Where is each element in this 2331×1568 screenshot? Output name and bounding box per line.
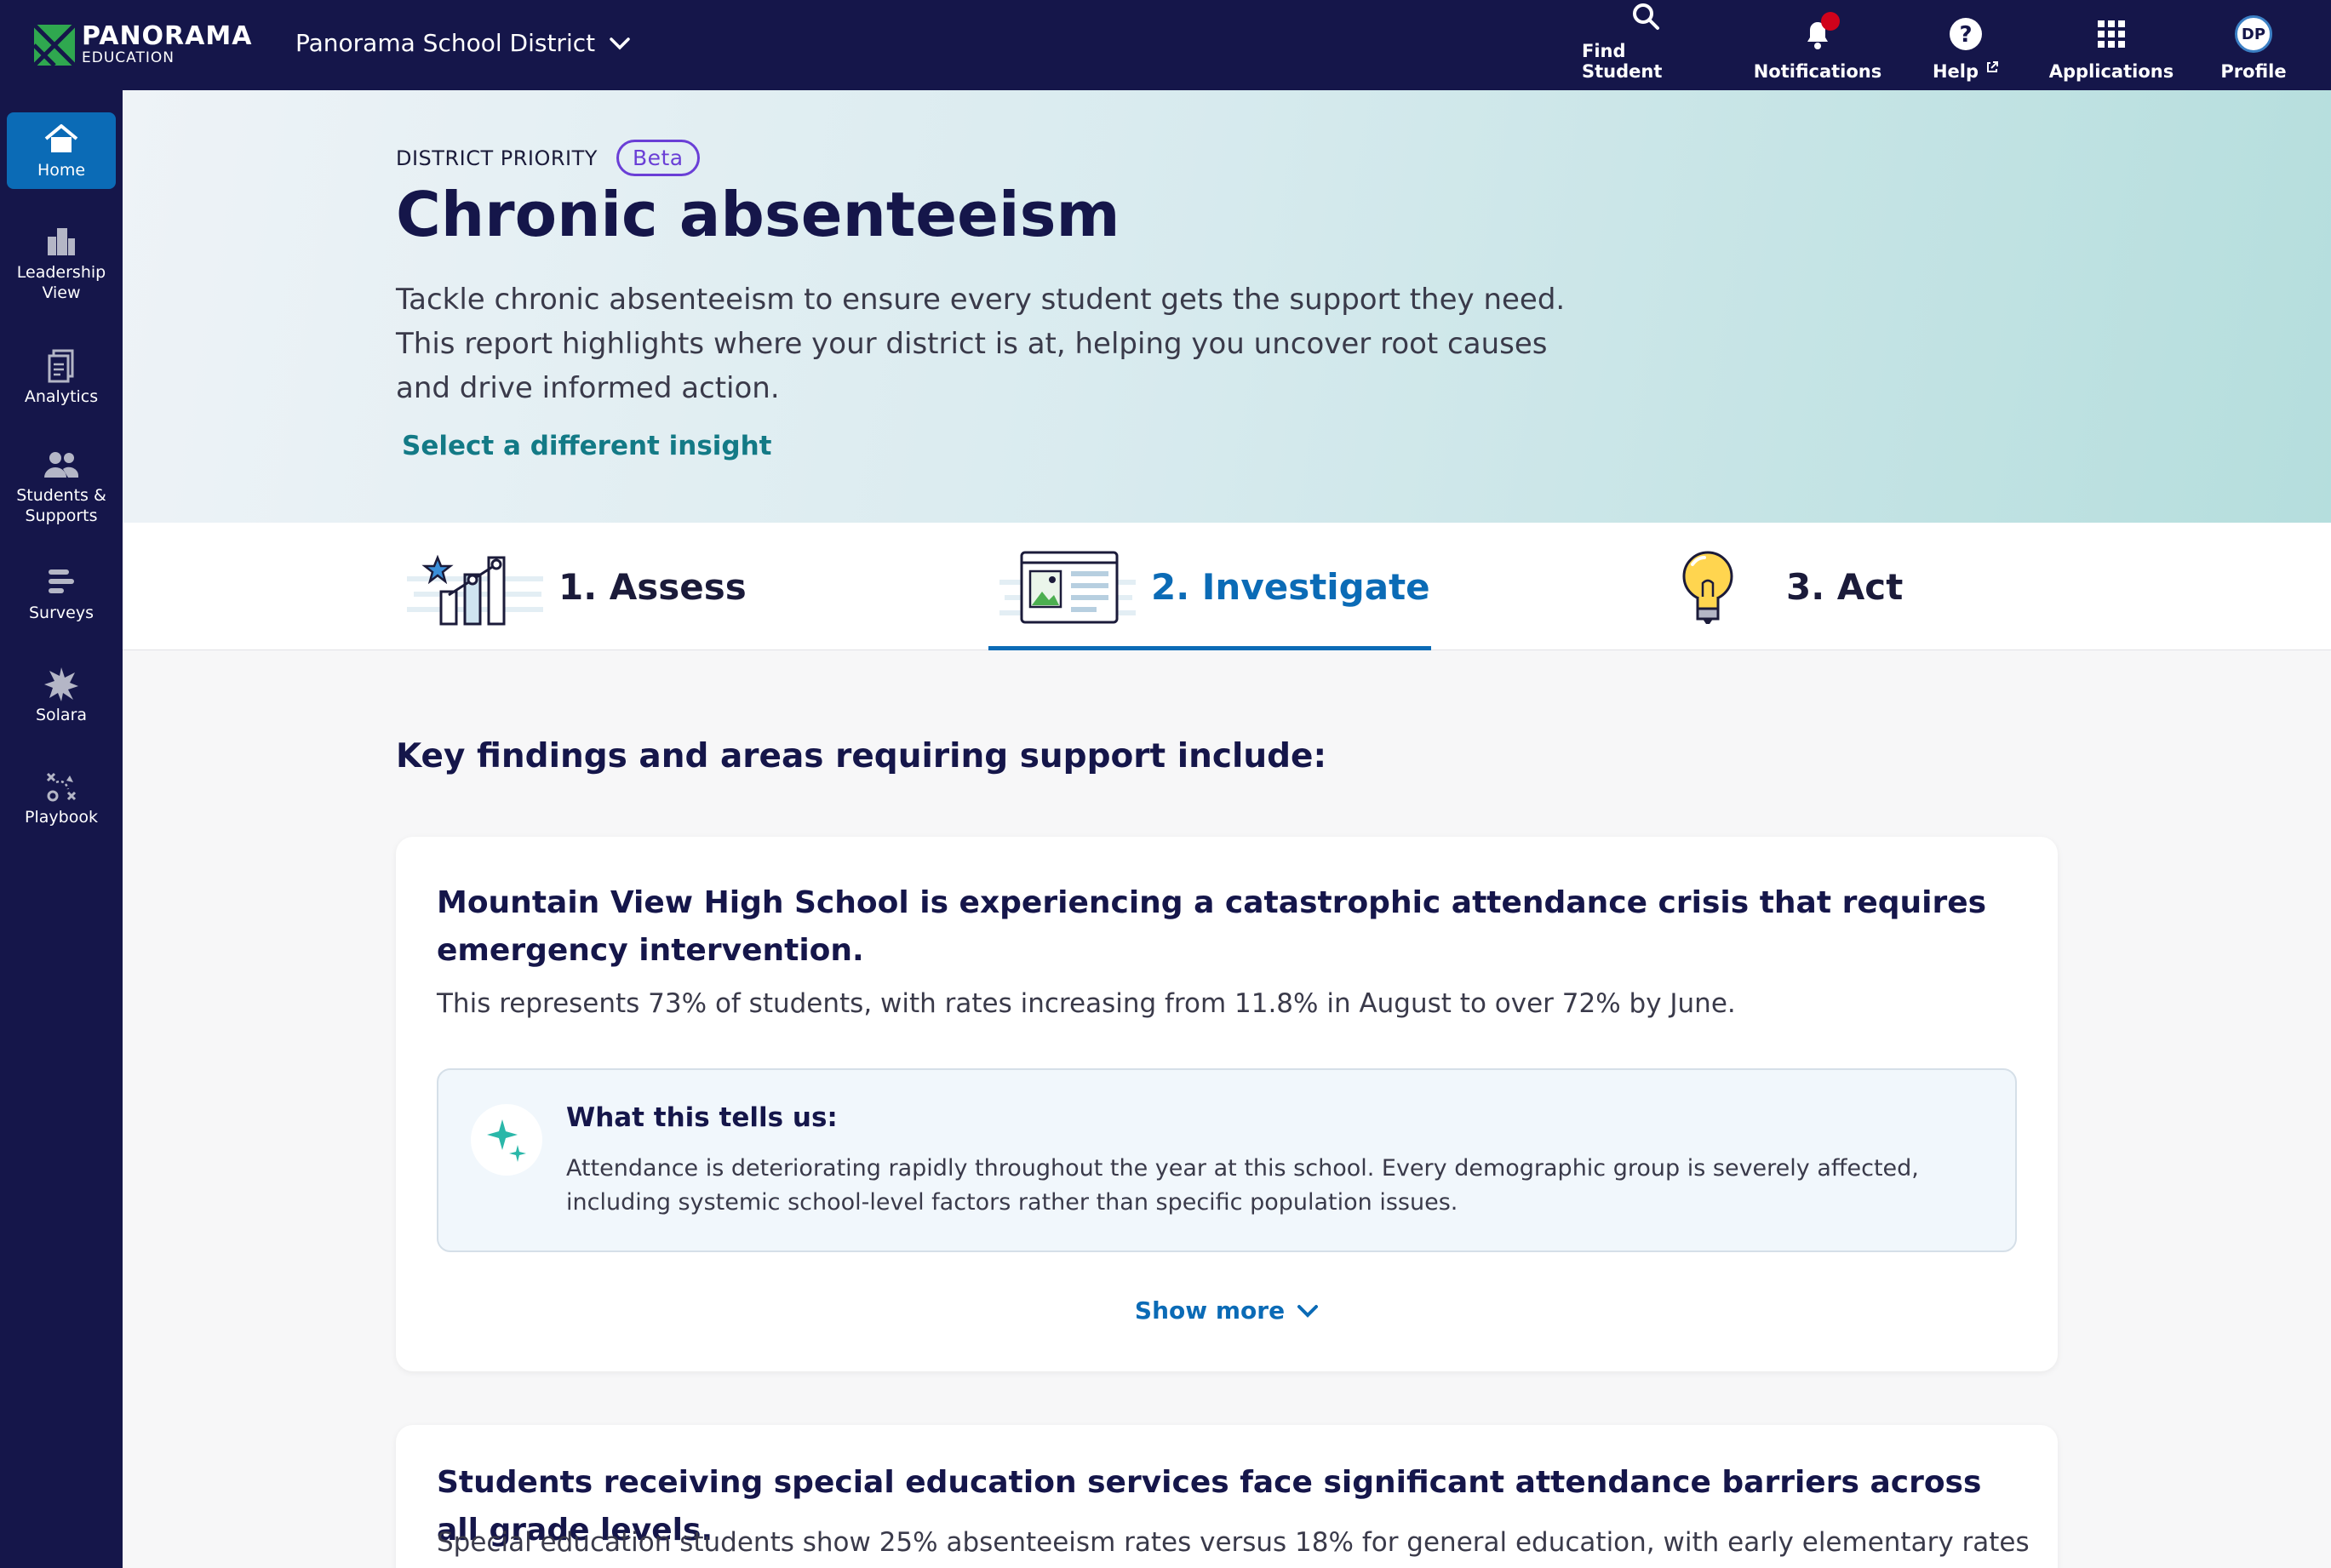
district-name: Panorama School District [295, 29, 596, 57]
finding-card: Students receiving special education ser… [396, 1425, 2058, 1568]
eyebrow: DISTRICT PRIORITY Beta [396, 140, 700, 176]
applications-label: Applications [2048, 61, 2174, 82]
home-icon [44, 124, 78, 152]
chevron-down-icon [610, 37, 630, 49]
show-more-label: Show more [1134, 1296, 1286, 1325]
tab-investigate[interactable]: 2. Investigate [999, 523, 1430, 650]
notifications-button[interactable]: Notifications [1750, 0, 1886, 90]
applications-button[interactable]: Applications [2043, 0, 2179, 90]
insight-callout: What this tells us: Attendance is deteri… [437, 1068, 2017, 1252]
profile-label: Profile [2220, 61, 2287, 82]
lightbulb-icon [1682, 551, 1733, 624]
sidebar-item-label: Solara [35, 706, 88, 724]
investigate-report-icon [999, 551, 1136, 624]
assess-chart-icon [407, 554, 543, 626]
sidebar-item-surveys[interactable]: Surveys [7, 555, 116, 623]
sidebar: Home Leadership View Analytics Students … [0, 90, 123, 1568]
insight-body: Attendance is deteriorating rapidly thro… [566, 1155, 1919, 1216]
tab-label: 2. Investigate [1151, 565, 1430, 608]
sidebar-item-playbook[interactable]: Playbook [7, 759, 116, 827]
chevron-down-icon [1297, 1304, 1319, 1318]
logo-subtitle: EDUCATION [82, 49, 175, 66]
search-icon [1633, 3, 1659, 30]
find-student-label: Find Student [1582, 41, 1663, 82]
notification-badge [1821, 12, 1840, 31]
step-tabs: 1. Assess 2. Investigate 3. Act [123, 523, 2331, 650]
playbook-icon [46, 772, 77, 802]
hero-banner: DISTRICT PRIORITY Beta Chronic absenteei… [123, 90, 2331, 523]
sidebar-item-label: Leadership View [16, 263, 106, 302]
logo-name: PANORAMA [82, 21, 253, 51]
show-more-button[interactable]: Show more [396, 1296, 2058, 1325]
finding-title: Mountain View High School is experiencin… [437, 885, 1987, 968]
page-title: Chronic absenteeism [396, 179, 1120, 250]
tab-label: 3. Act [1786, 565, 1904, 608]
tab-act[interactable]: 3. Act [1669, 523, 1903, 650]
finding-card: Mountain View High School is experiencin… [396, 837, 2058, 1371]
page-description: Tackle chronic absenteeism to ensure eve… [396, 283, 1566, 405]
sidebar-item-label: Analytics [24, 387, 99, 406]
survey-icon [49, 569, 74, 593]
svg-text:?: ? [1959, 22, 1972, 48]
sidebar-item-analytics[interactable]: Analytics [7, 339, 116, 407]
external-link-icon [1987, 61, 1999, 72]
help-button[interactable]: ? Help [1926, 0, 2006, 90]
panorama-logo[interactable]: PANORAMA EDUCATION [34, 24, 252, 66]
select-insight-link[interactable]: Select a different insight [402, 431, 772, 461]
grid-icon [2098, 20, 2125, 48]
document-icon [48, 349, 74, 383]
sidebar-item-home[interactable]: Home [7, 112, 116, 189]
active-tab-indicator [988, 646, 1431, 650]
sidebar-item-label: Surveys [29, 604, 94, 622]
notifications-label: Notifications [1753, 61, 1882, 82]
find-student-button[interactable]: Find Student [1582, 0, 1710, 90]
section-title: Key findings and areas requiring support… [396, 737, 1327, 775]
tab-assess[interactable]: 1. Assess [407, 523, 747, 650]
district-selector[interactable]: Panorama School District [295, 29, 631, 57]
sidebar-item-label: Playbook [25, 808, 98, 827]
beta-badge: Beta [616, 140, 700, 176]
sidebar-item-solara[interactable]: Solara [7, 657, 116, 725]
building-icon [48, 228, 75, 255]
eyebrow-label: DISTRICT PRIORITY [396, 146, 598, 170]
help-label: Help [1932, 61, 1979, 82]
top-bar: PANORAMA EDUCATION Panorama School Distr… [0, 0, 2331, 90]
sidebar-item-label: Home [37, 161, 86, 180]
sidebar-item-students-supports[interactable]: Students & Supports [7, 438, 116, 526]
panorama-logo-icon [34, 24, 75, 66]
finding-summary: Special education students show 25% abse… [437, 1527, 2030, 1558]
avatar: DP [2235, 15, 2272, 53]
star-burst-icon [44, 667, 78, 701]
help-icon: ? [1950, 18, 1982, 50]
insight-title: What this tells us: [566, 1102, 838, 1133]
finding-summary: This represents 73% of students, with ra… [437, 988, 1736, 1019]
sidebar-item-leadership-view[interactable]: Leadership View [7, 215, 116, 303]
sparkle-icon [471, 1104, 542, 1176]
profile-button[interactable]: DP Profile [2214, 0, 2294, 90]
tab-label: 1. Assess [558, 565, 747, 608]
people-icon [44, 452, 79, 478]
sidebar-item-label: Students & Supports [16, 486, 106, 525]
